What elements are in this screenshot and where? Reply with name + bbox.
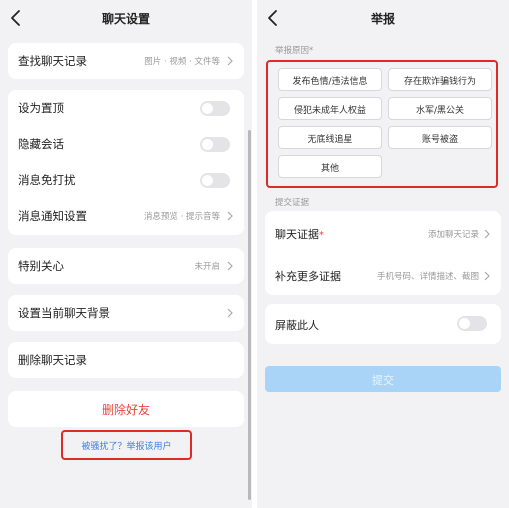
chat-settings-header: 聊天设置 — [0, 0, 252, 36]
reason-chip[interactable]: 存在欺诈骗钱行为 — [388, 68, 492, 91]
find-history-row[interactable]: 查找聊天记录 图片 · 视频 · 文件等 — [8, 43, 244, 79]
notify-settings-value: 消息预览 · 提示音等 — [143, 212, 220, 222]
reason-chip[interactable]: 水军/黑公关 — [388, 97, 492, 120]
chevron-right-icon — [484, 229, 490, 239]
submit-button[interactable]: 提交 — [265, 366, 501, 392]
more-evidence-row[interactable]: 补充更多证据 手机号码、详情描述、截图 — [265, 255, 501, 295]
reason-chip-label: 存在欺诈骗钱行为 — [403, 77, 476, 87]
special-care-label: 特别关心 — [18, 259, 64, 273]
reason-chip[interactable]: 其他 — [278, 155, 382, 178]
chat-evidence-value: 添加聊天记录 — [427, 230, 479, 240]
reason-chip[interactable]: 账号被盗 — [388, 126, 492, 149]
notify-settings-label: 消息通知设置 — [18, 209, 87, 223]
reason-chip-label: 账号被盗 — [421, 135, 458, 145]
chat-background-label: 设置当前聊天背景 — [18, 306, 110, 320]
reason-chip-label: 水军/黑公关 — [415, 106, 465, 116]
delete-friend-button[interactable]: 删除好友 — [8, 391, 244, 427]
pin-toggle[interactable] — [200, 101, 230, 116]
reason-chip[interactable]: 发布色情/违法信息 — [278, 68, 382, 91]
find-history-value: 图片 · 视频 · 文件等 — [144, 57, 220, 67]
reasons-section-label: 举报原因* — [275, 46, 314, 56]
mute-label: 消息免打扰 — [18, 173, 76, 187]
chat-background-row[interactable]: 设置当前聊天背景 — [8, 295, 244, 331]
chat-evidence-row[interactable]: 聊天证据* 添加聊天记录 — [265, 213, 501, 253]
pin-label: 设为置顶 — [18, 101, 64, 115]
special-care-row[interactable]: 特别关心 未开启 — [8, 248, 244, 284]
report-screen: 举报 举报原因* 发布色情/违法信息 存在欺诈骗钱行为 侵犯未成年人权益 水军/… — [257, 0, 509, 508]
more-evidence-label: 补充更多证据 — [275, 270, 341, 283]
special-care-value: 未开启 — [194, 262, 220, 272]
reason-chip-label: 无底线追星 — [307, 135, 353, 145]
report-link-highlight: 被骚扰了？举报该用户 — [61, 430, 192, 460]
submit-label: 提交 — [372, 374, 394, 387]
required-mark: * — [319, 230, 324, 241]
reason-chip[interactable]: 无底线追星 — [278, 126, 382, 149]
hide-chat-row: 隐藏会话 — [8, 126, 244, 162]
chat-settings-screen: 聊天设置 查找聊天记录 图片 · 视频 · 文件等 设为置顶 隐藏会话 消息免打… — [0, 0, 252, 508]
chevron-right-icon — [227, 261, 233, 271]
evidence-card: 聊天证据* 添加聊天记录 补充更多证据 手机号码、详情描述、截图 — [265, 211, 501, 295]
clear-history-label: 删除聊天记录 — [18, 353, 87, 367]
hide-chat-label: 隐藏会话 — [18, 137, 64, 151]
find-history-label: 查找聊天记录 — [18, 54, 87, 68]
mute-row: 消息免打扰 — [8, 162, 244, 198]
block-user-row: 屏蔽此人 — [265, 304, 501, 344]
reason-chip[interactable]: 侵犯未成年人权益 — [278, 97, 382, 120]
scrollbar[interactable] — [248, 130, 251, 500]
report-user-link[interactable]: 被骚扰了？举报该用户 — [63, 439, 190, 452]
chevron-right-icon — [484, 271, 490, 281]
reason-chip-label: 侵犯未成年人权益 — [293, 106, 366, 116]
pin-row: 设为置顶 — [8, 90, 244, 126]
block-user-label: 屏蔽此人 — [275, 319, 319, 332]
page-title: 聊天设置 — [101, 12, 150, 26]
chevron-right-icon — [227, 211, 233, 221]
mute-toggle[interactable] — [200, 173, 230, 188]
chevron-right-icon — [227, 56, 233, 66]
reason-chip-label: 其他 — [320, 164, 339, 174]
reason-chip-label: 发布色情/违法信息 — [292, 77, 368, 87]
delete-friend-label: 删除好友 — [101, 403, 150, 417]
clear-history-row[interactable]: 删除聊天记录 — [8, 342, 244, 378]
report-reasons-highlight: 发布色情/违法信息 存在欺诈骗钱行为 侵犯未成年人权益 水军/黑公关 无底线追星… — [266, 60, 498, 188]
hide-chat-toggle[interactable] — [200, 137, 230, 152]
chevron-right-icon — [227, 308, 233, 318]
report-header: 举报 — [257, 0, 509, 36]
more-evidence-value: 手机号码、详情描述、截图 — [376, 272, 479, 282]
chat-evidence-label: 聊天证据* — [275, 228, 324, 241]
evidence-section-label: 提交证据 — [275, 198, 310, 208]
chat-options-card: 设为置顶 隐藏会话 消息免打扰 消息通知设置 消息预览 · 提示音等 — [8, 90, 244, 235]
block-user-toggle[interactable] — [457, 316, 487, 331]
notify-settings-row[interactable]: 消息通知设置 消息预览 · 提示音等 — [8, 198, 244, 234]
page-title: 举报 — [370, 12, 395, 26]
